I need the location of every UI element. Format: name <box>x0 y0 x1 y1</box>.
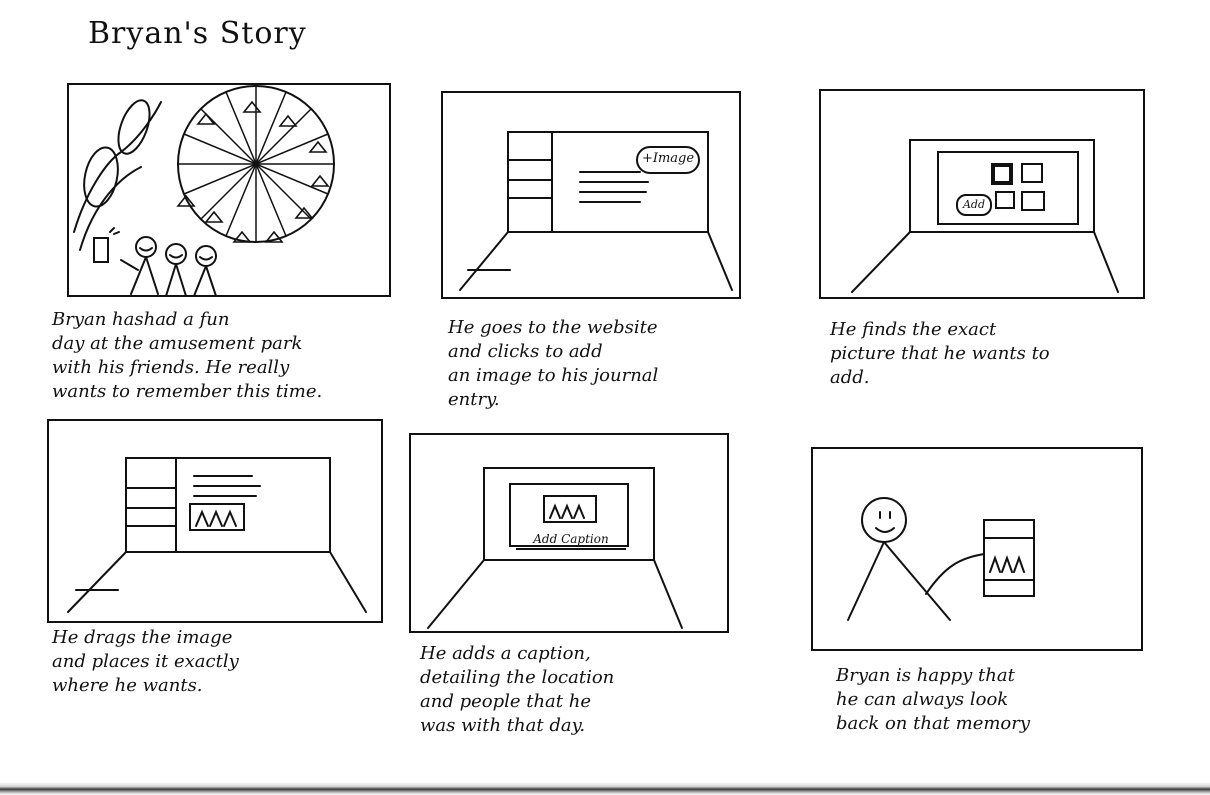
panel-2-caption: He goes to the website and clicks to add… <box>448 317 659 410</box>
friends-drawing <box>93 227 217 297</box>
panel-1-frame <box>66 82 392 298</box>
add-button[interactable]: Add <box>956 194 992 216</box>
add-caption-label: Add Caption <box>533 532 609 546</box>
roller-coaster-drawing <box>73 99 162 251</box>
panel-5-caption: He adds a caption, detailing the locatio… <box>420 643 615 736</box>
panel-5-frame: Add Caption <box>408 432 730 634</box>
panel-2-frame: +Image <box>440 90 742 300</box>
ferris-wheel-drawing <box>176 85 335 243</box>
add-caption-button[interactable]: Add Caption <box>516 530 626 550</box>
panel-6-caption: Bryan is happy that he can always look b… <box>836 665 1031 734</box>
panel-3-frame: Add <box>818 88 1146 300</box>
panel-4-caption: He drags the image and places it exactly… <box>52 627 239 696</box>
panel-6-frame <box>810 446 1144 652</box>
add-image-label: +Image <box>641 151 695 166</box>
panel-4-frame <box>46 418 384 624</box>
panel-1-caption: Bryan hashad a fun day at the amusement … <box>52 309 323 402</box>
panel-3-caption: He finds the exact picture that he wants… <box>830 319 1050 388</box>
storyboard-title: Bryan's Story <box>88 16 307 51</box>
scan-bottom-edge <box>0 782 1210 795</box>
add-image-button[interactable]: +Image <box>636 146 700 174</box>
add-button-label: Add <box>962 198 986 211</box>
